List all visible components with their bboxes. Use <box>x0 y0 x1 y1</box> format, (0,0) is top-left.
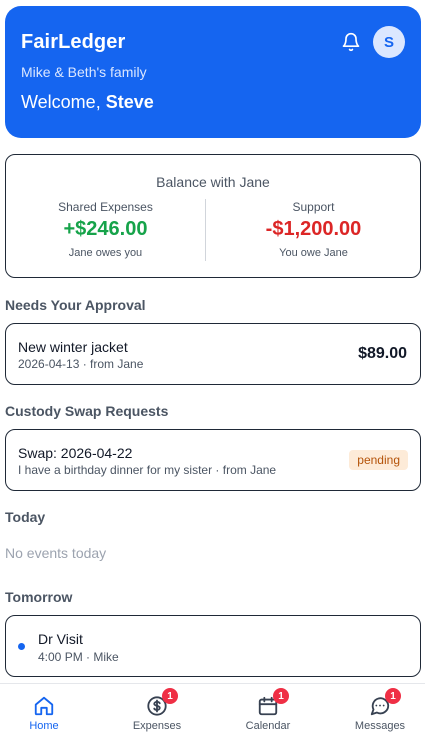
event-dot <box>18 643 25 650</box>
shared-expenses-balance: Shared Expenses +$246.00 Jane owes you <box>6 200 205 259</box>
family-name: Mike & Beth's family <box>21 64 147 80</box>
tab-calendar-label: Calendar <box>245 720 291 732</box>
tab-calendar[interactable]: 1 Calendar <box>215 684 321 741</box>
shared-expenses-label: Shared Expenses <box>58 200 153 214</box>
messages-badge: 1 <box>385 688 401 704</box>
support-note: You owe Jane <box>279 247 348 259</box>
balance-divider <box>205 199 206 261</box>
tomorrow-section-title: Tomorrow <box>5 589 73 605</box>
shared-expenses-amount: +$246.00 <box>63 218 148 240</box>
bottom-tab-bar: Home 1 Expenses 1 Calendar 1 Messages <box>0 683 425 741</box>
bell-icon[interactable] <box>341 32 361 52</box>
support-balance: Support -$1,200.00 You owe Jane <box>214 200 413 259</box>
balance-card: Balance with Jane Shared Expenses +$246.… <box>5 154 421 278</box>
app-title: FairLedger <box>21 31 126 53</box>
swap-request-item[interactable]: Swap: 2026-04-22 I have a birthday dinne… <box>5 429 421 491</box>
app-header: FairLedger Mike & Beth's family Welcome,… <box>5 6 421 138</box>
approval-section-title: Needs Your Approval <box>5 297 146 313</box>
event-item[interactable]: Dr Visit 4:00 PM · Mike <box>5 615 421 677</box>
approval-item[interactable]: New winter jacket 2026-04-13 · from Jane… <box>5 323 421 385</box>
calendar-badge: 1 <box>273 688 289 704</box>
event-title: Dr Visit <box>38 631 83 647</box>
approval-item-subtitle: 2026-04-13 · from Jane <box>18 357 144 371</box>
approval-item-amount: $89.00 <box>358 345 407 362</box>
swap-item-title: Swap: 2026-04-22 <box>18 445 133 461</box>
avatar[interactable]: S <box>373 26 405 58</box>
tab-home[interactable]: Home <box>0 684 97 741</box>
swap-section-title: Custody Swap Requests <box>5 403 169 419</box>
tab-expenses-label: Expenses <box>132 720 182 732</box>
approval-item-title: New winter jacket <box>18 339 128 355</box>
welcome-message: Welcome, Steve <box>21 92 154 113</box>
tab-messages-label: Messages <box>354 720 406 732</box>
today-section-title: Today <box>5 509 46 525</box>
user-name: Steve <box>105 92 154 112</box>
support-amount: -$1,200.00 <box>265 218 362 240</box>
shared-expenses-note: Jane owes you <box>68 247 143 259</box>
support-label: Support <box>292 200 335 214</box>
today-empty-text: No events today <box>5 545 107 561</box>
welcome-prefix: Welcome, <box>21 92 101 112</box>
expenses-badge: 1 <box>162 688 178 704</box>
tab-messages[interactable]: 1 Messages <box>327 684 425 741</box>
tab-expenses[interactable]: 1 Expenses <box>104 684 210 741</box>
home-icon <box>34 696 54 716</box>
swap-item-subtitle: I have a birthday dinner for my sister ·… <box>18 463 277 477</box>
status-badge: pending <box>349 450 408 470</box>
balance-title: Balance with Jane <box>156 174 270 190</box>
tab-home-label: Home <box>29 720 59 732</box>
event-subtitle: 4:00 PM · Mike <box>38 650 119 664</box>
